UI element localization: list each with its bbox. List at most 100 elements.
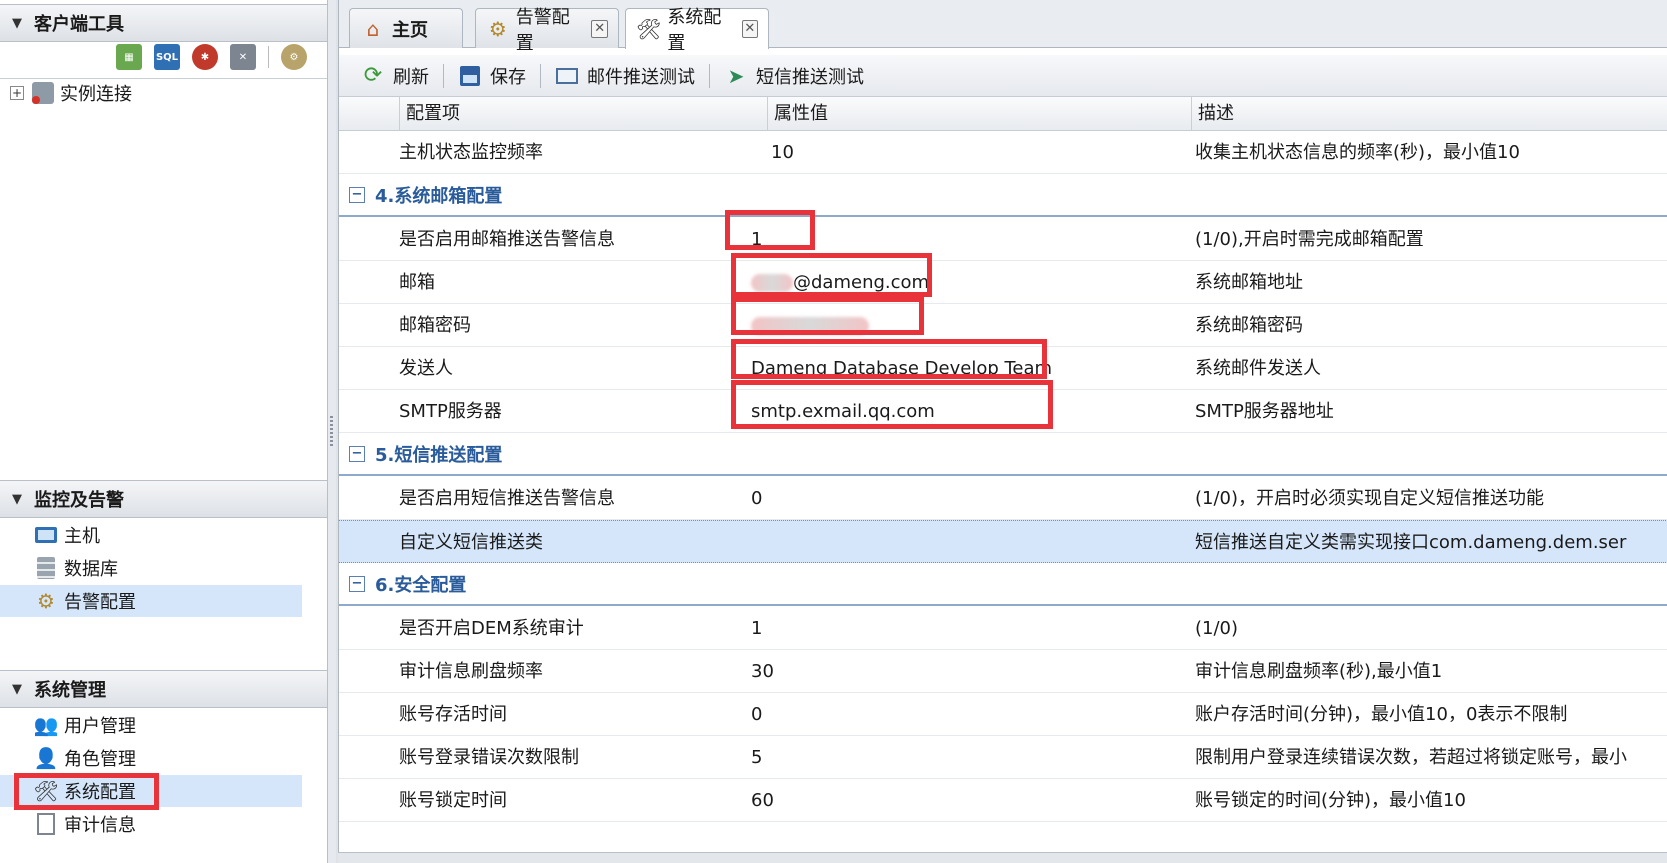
chevron-down-icon: ▼ (12, 681, 22, 697)
table-row[interactable]: 账号登录错误次数限制 5 限制用户登录连续错误次数，若超过将锁定账号，最小 (339, 736, 1667, 779)
table-row-selected[interactable]: 自定义短信推送类 短信推送自定义类需实现接口com.dameng.dem.ser (339, 520, 1667, 563)
group-title: 5.短信推送配置 (375, 444, 503, 466)
system-header[interactable]: ▼ 系统管理 (0, 670, 327, 708)
refresh-button[interactable]: ⟳ 刷新 (353, 61, 437, 91)
highlight-box (731, 297, 924, 335)
save-button[interactable]: 保存 (450, 61, 534, 91)
tab-alert-config[interactable]: ⚙ 告警配置 ✕ (475, 7, 619, 54)
toolbar-divider (443, 63, 444, 88)
collapse-icon[interactable]: − (349, 445, 365, 462)
splitter-grip[interactable] (330, 416, 333, 448)
config-value[interactable]: 10 (771, 131, 794, 174)
table-row[interactable]: 账号存活时间 0 账户存活时间(分钟)，最小值10，0表示不限制 (339, 693, 1667, 736)
tree-item-instance[interactable]: + 实例连接 (10, 78, 132, 108)
config-name: 审计信息刷盘频率 (399, 661, 543, 682)
config-desc: (1/0) (1195, 618, 1239, 639)
monitor-icon (34, 523, 58, 547)
config-name: 是否开启DEM系统审计 (399, 618, 584, 639)
chevron-down-icon: ▼ (12, 491, 22, 507)
nav-item-alert-config[interactable]: ⚙ 告警配置 (0, 585, 302, 617)
config-name: 自定义短信推送类 (399, 532, 543, 553)
monitor-header[interactable]: ▼ 监控及告警 (0, 480, 327, 518)
sms-test-button[interactable]: ➤ 短信推送测试 (716, 61, 872, 91)
gear-icon[interactable]: ⚙ (281, 44, 307, 70)
highlight-box (731, 380, 1053, 429)
gear-warning-icon: ⚙ (37, 589, 55, 613)
left-panel: ▼ 客户端工具 ▦ SQL ✱ ✕ ⚙ + 实例连接 ▼ 监控及告警 主机 数据… (0, 0, 328, 863)
document-icon (34, 812, 58, 836)
save-label: 保存 (490, 66, 526, 88)
system-title: 系统管理 (34, 680, 106, 701)
config-desc: 系统邮箱地址 (1195, 272, 1303, 293)
status-strip (338, 852, 1667, 863)
email-test-button[interactable]: 邮件推送测试 (547, 61, 703, 91)
close-icon[interactable]: ✕ (591, 19, 608, 38)
nav-item-label: 审计信息 (64, 815, 136, 836)
config-value[interactable]: 0 (751, 477, 762, 520)
action-toolbar: ⟳ 刷新 保存 邮件推送测试 ➤ 短信推送测试 (339, 55, 1667, 97)
nav-item-database[interactable]: 数据库 (0, 552, 302, 584)
table-row[interactable]: 是否启用邮箱推送告警信息 1 (1/0),开启时需完成邮箱配置 (339, 218, 1667, 261)
expand-icon[interactable]: + (10, 86, 24, 100)
nav-item-label: 主机 (64, 526, 100, 547)
db-remove-icon[interactable]: ✕ (230, 44, 256, 70)
config-desc: 账号锁定的时间(分钟)，最小值10 (1195, 790, 1466, 811)
nav-item-audit-info[interactable]: 审计信息 (0, 808, 302, 840)
config-value[interactable]: 1 (751, 607, 762, 650)
bug-icon[interactable]: ✱ (192, 44, 218, 70)
table-row[interactable]: 是否开启DEM系统审计 1 (1/0) (339, 607, 1667, 650)
config-desc: (1/0),开启时需完成邮箱配置 (1195, 229, 1424, 250)
table-row[interactable]: 主机状态监控频率 10 收集主机状态信息的频率(秒)，最小值10 (339, 131, 1667, 174)
toolbar-divider (268, 46, 269, 68)
highlight-box (14, 773, 159, 810)
users-icon: 👥 (33, 713, 59, 737)
config-value[interactable]: 30 (751, 650, 774, 693)
nav-item-host[interactable]: 主机 (0, 519, 302, 551)
column-header-name[interactable]: 配置项 (399, 97, 767, 131)
table-row[interactable]: 审计信息刷盘频率 30 审计信息刷盘频率(秒),最小值1 (339, 650, 1667, 693)
email-test-label: 邮件推送测试 (587, 66, 695, 88)
sql-icon[interactable]: SQL (154, 44, 180, 70)
config-desc: SMTP服务器地址 (1195, 401, 1334, 422)
panel-splitter[interactable] (328, 0, 336, 863)
config-name: 邮箱 (399, 272, 435, 293)
group-header-security[interactable]: − 6.安全配置 (339, 563, 1667, 606)
config-value[interactable]: 5 (751, 736, 762, 779)
config-desc: (1/0)，开启时必须实现自定义短信推送功能 (1195, 488, 1545, 509)
refresh-icon: ⟳ (363, 63, 383, 88)
nav-item-user-mgmt[interactable]: 👥 用户管理 (0, 709, 302, 741)
chevron-down-icon: ▼ (12, 15, 22, 31)
nav-item-role-mgmt[interactable]: 👤 角色管理 (0, 742, 302, 774)
group-header-sms[interactable]: − 5.短信推送配置 (339, 433, 1667, 476)
tab-bar: ⌂ 主页 ⚙ 告警配置 ✕ 🛠 系统配置 ✕ (339, 0, 1667, 54)
config-value[interactable]: 60 (751, 779, 774, 822)
config-name: 发送人 (399, 358, 453, 379)
nav-item-label: 数据库 (64, 559, 118, 580)
column-header-value[interactable]: 属性值 (767, 97, 1191, 131)
client-tools-header[interactable]: ▼ 客户端工具 (0, 4, 327, 42)
client-tools-title: 客户端工具 (34, 14, 124, 35)
collapse-icon[interactable]: − (349, 575, 365, 592)
config-name: 是否启用邮箱推送告警信息 (399, 229, 615, 250)
table-row[interactable]: 是否启用短信推送告警信息 0 (1/0)，开启时必须实现自定义短信推送功能 (339, 477, 1667, 520)
collapse-icon[interactable]: − (349, 186, 365, 203)
group-header-email[interactable]: − 4.系统邮箱配置 (339, 174, 1667, 217)
tab-system-config[interactable]: 🛠 系统配置 ✕ (625, 7, 769, 54)
toolbar-divider (709, 63, 710, 88)
close-icon[interactable]: ✕ (741, 20, 758, 38)
nav-item-label: 用户管理 (64, 716, 136, 737)
highlight-box (725, 210, 815, 250)
table-row[interactable]: 邮箱 @dameng.com 系统邮箱地址 (339, 261, 1667, 304)
toolbar-divider (540, 63, 541, 88)
config-desc: 审计信息刷盘频率(秒),最小值1 (1195, 661, 1443, 682)
config-value[interactable]: 0 (751, 693, 762, 736)
header-spacer (339, 97, 399, 131)
refresh-label: 刷新 (393, 66, 429, 88)
grid-add-icon[interactable]: ▦ (116, 44, 142, 70)
config-name: 是否启用短信推送告警信息 (399, 488, 615, 509)
column-header-desc[interactable]: 描述 (1191, 97, 1667, 131)
table-row[interactable]: 账号锁定时间 60 账号锁定的时间(分钟)，最小值10 (339, 779, 1667, 822)
sms-test-label: 短信推送测试 (756, 66, 864, 88)
tab-home[interactable]: ⌂ 主页 (349, 8, 463, 48)
save-icon (458, 64, 482, 88)
